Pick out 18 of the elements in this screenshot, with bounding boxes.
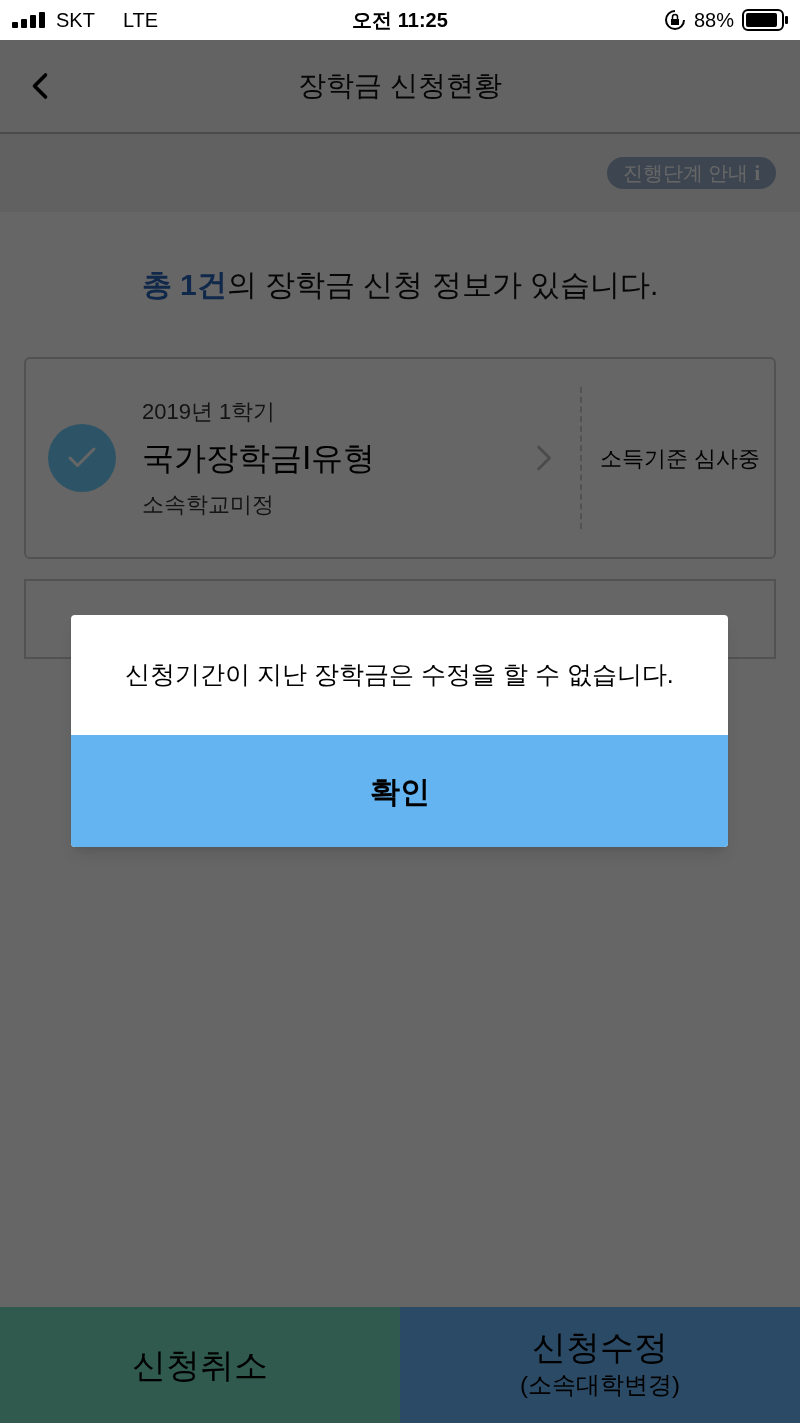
carrier-name: SKT — [56, 8, 95, 33]
bottom-action-button[interactable]: 신청취소 — [0, 1307, 400, 1423]
summary-text: 총 1건의 장학금 신청 정보가 있습니다. — [140, 267, 660, 303]
dialog-message: 신청기간이 지난 장학금은 수정을 할 수 없습니다. — [124, 659, 675, 691]
scholarship-name: 국가장학금Ⅰ유형 — [142, 439, 376, 478]
battery-percent: 88% — [693, 8, 734, 33]
school-text: 소속학교미정 — [142, 491, 275, 519]
confirm-button[interactable]: 확인 — [71, 735, 728, 847]
application-card[interactable]: 2019년 1학기 국가장학금Ⅰ유형 소속학교미정 소득기준 심사중 — [24, 357, 776, 559]
status-time: 오전 11:25 — [351, 8, 449, 33]
page-title: 장학금 신청현황 — [298, 69, 502, 103]
network-type: LTE — [122, 8, 159, 33]
term-text: 2019년 1학기 — [142, 398, 277, 426]
signal-icon — [12, 12, 48, 28]
rotation-lock-icon — [663, 9, 686, 31]
battery-icon — [742, 9, 788, 31]
status-text: 소득기준 심사중 — [600, 444, 761, 473]
bottom-action-button[interactable]: 신청수정 (소속대학변경) — [400, 1307, 800, 1423]
